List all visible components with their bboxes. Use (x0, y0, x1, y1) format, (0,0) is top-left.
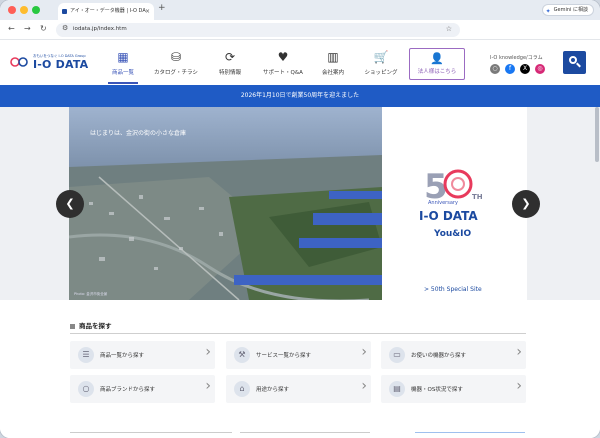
card-purpose-search[interactable]: ⌂ 用途から探す › (226, 375, 371, 403)
anniversary-logo: I-O DATA (419, 209, 478, 223)
announcement-banner[interactable]: 2026年1月10日で創業50周年を迎えました (0, 85, 600, 107)
logo-mark-icon (10, 57, 28, 67)
device-icon: ▭ (389, 347, 405, 363)
cart-icon: 🛒 (373, 50, 389, 64)
card-label: 商品一覧から探す (100, 353, 145, 359)
brand-icon: ○ (78, 381, 94, 397)
tools-icon: ⚒ (234, 347, 250, 363)
os-icon: ▤ (389, 381, 405, 397)
site-logo[interactable]: I-O DATA (33, 58, 88, 71)
person-icon: 👤 (430, 52, 444, 65)
you-and-io: You&IO (434, 229, 472, 239)
zoom-window-button[interactable] (32, 6, 40, 14)
browser-tab[interactable]: アイ・オー・データ機器 | I-O DA × (58, 3, 154, 20)
card-label: 用途から探す (256, 387, 290, 393)
new-tab-button[interactable]: + (158, 3, 166, 13)
browser-toolbar: ← → ↻ ⚙ iodata.jp/index.htm ☆ (0, 20, 600, 40)
anniversary-word: Anniversary (428, 200, 458, 206)
page-scrollbar[interactable] (595, 107, 599, 162)
nav-company[interactable]: ▥ 会社案内 (308, 49, 358, 76)
nav-label: カタログ・チラシ (154, 70, 198, 76)
facebook-icon[interactable]: f (505, 64, 515, 74)
chevron-right-icon: › (516, 344, 522, 360)
back-icon[interactable]: ← (8, 24, 15, 33)
card-label: お使いの機器から探す (411, 353, 467, 359)
card-label: 機器・OS状況で探す (411, 387, 463, 393)
nav-label: 会社案内 (321, 70, 344, 76)
knowledge-link[interactable]: I-O knowledge/コラム (490, 54, 543, 61)
tab-title: アイ・オー・データ機器 | I-O DA (70, 8, 146, 14)
site-header: おもいをつなぐ I-O DATA Group I-O DATA ▦ 商品一覧 ⛁… (0, 41, 600, 85)
bottom-panel-left (70, 432, 232, 438)
list-icon: ☰ (78, 347, 94, 363)
nav-label: 商品一覧 (111, 70, 134, 76)
favicon-icon (62, 9, 67, 14)
home-icon: ⌂ (234, 381, 250, 397)
nav-catalog[interactable]: ⛁ カタログ・チラシ (151, 49, 201, 76)
nav-product-list[interactable]: ▦ 商品一覧 (98, 49, 148, 84)
browser-window: アイ・オー・データ機器 | I-O DA × + ✦ Gemini に相談 ← … (0, 0, 600, 438)
catalog-icon: ⛁ (170, 50, 182, 64)
nav-label: 特別情報 (218, 70, 241, 76)
close-window-button[interactable] (8, 6, 16, 14)
heart-icon: ♥ (277, 50, 289, 64)
tab-bar: アイ・オー・データ機器 | I-O DA × + ✦ Gemini に相談 (0, 0, 600, 20)
chevron-right-icon: › (205, 344, 211, 360)
nav-special-info[interactable]: ⟳ 特別情報 (205, 49, 255, 76)
nav-shopping[interactable]: 🛒 ショッピング (356, 49, 406, 76)
chevron-right-icon: › (205, 378, 211, 394)
forward-icon[interactable]: → (24, 24, 31, 33)
instagram-icon[interactable]: ◎ (535, 64, 545, 74)
section-title: 商品を探す (70, 320, 112, 330)
nav-support[interactable]: ♥ サポート・Q&A (258, 49, 308, 76)
card-service-list[interactable]: ⚒ サービス一覧から探す › (226, 341, 371, 369)
chevron-right-icon: › (361, 378, 367, 394)
grid-icon: ▦ (117, 50, 129, 64)
chevron-right-icon: › (516, 378, 522, 394)
section-title-text: 商品を探す (79, 322, 112, 330)
section-bullet-icon (70, 323, 75, 329)
gemini-button[interactable]: ✦ Gemini に相談 (541, 4, 594, 16)
gemini-label: Gemini に相談 (553, 7, 588, 13)
tab-close-button[interactable]: × (145, 3, 150, 20)
card-product-list[interactable]: ☰ 商品一覧から探す › (70, 341, 215, 369)
card-device-search[interactable]: ▭ お使いの機器から探す › (381, 341, 526, 369)
corporate-button[interactable]: 👤 法人様はこちら (409, 48, 465, 80)
carousel-prev-button[interactable]: ❮ (56, 190, 84, 218)
card-label: サービス一覧から探す (256, 353, 312, 359)
card-label: 商品ブランドから探す (100, 387, 156, 393)
section-divider (70, 333, 526, 334)
knowledge-icon[interactable]: ○ (490, 64, 500, 74)
bottom-panel-mid (240, 432, 370, 438)
fifty-anniversary-logo-icon: 5 TH (424, 167, 483, 205)
address-bar[interactable]: ⚙ iodata.jp/index.htm ☆ (56, 23, 460, 37)
gemini-icon: ✦ (545, 8, 551, 15)
reload-icon[interactable]: ↻ (40, 24, 47, 33)
nav-label: ショッピング (364, 70, 398, 76)
hero-caption: はじまりは、金沢の街の小さな倉庫 (90, 130, 187, 137)
card-brand-search[interactable]: ○ 商品ブランドから探す › (70, 375, 215, 403)
svg-text:TH: TH (472, 193, 483, 201)
bottom-panel-right (415, 432, 525, 438)
corporate-label: 法人様はこちら (417, 69, 457, 75)
tune-icon[interactable]: ⚙ (62, 24, 68, 32)
minimize-window-button[interactable] (20, 6, 28, 14)
card-os-search[interactable]: ▤ 機器・OS状況で探す › (381, 375, 526, 403)
url-text[interactable]: iodata.jp/index.htm (73, 26, 127, 32)
special-site-link[interactable]: > 50th Special Site (424, 286, 482, 293)
star-icon[interactable]: ☆ (446, 25, 452, 33)
x-icon[interactable]: X (520, 64, 530, 74)
hero-credit: Photo: 金沢市街全景 (74, 292, 108, 296)
search-button[interactable] (563, 51, 586, 74)
building-icon: ▥ (327, 50, 339, 64)
refresh-icon: ⟳ (224, 50, 236, 64)
chevron-right-icon: › (361, 344, 367, 360)
nav-label: サポート・Q&A (263, 70, 303, 76)
carousel-next-button[interactable]: ❯ (512, 190, 540, 218)
